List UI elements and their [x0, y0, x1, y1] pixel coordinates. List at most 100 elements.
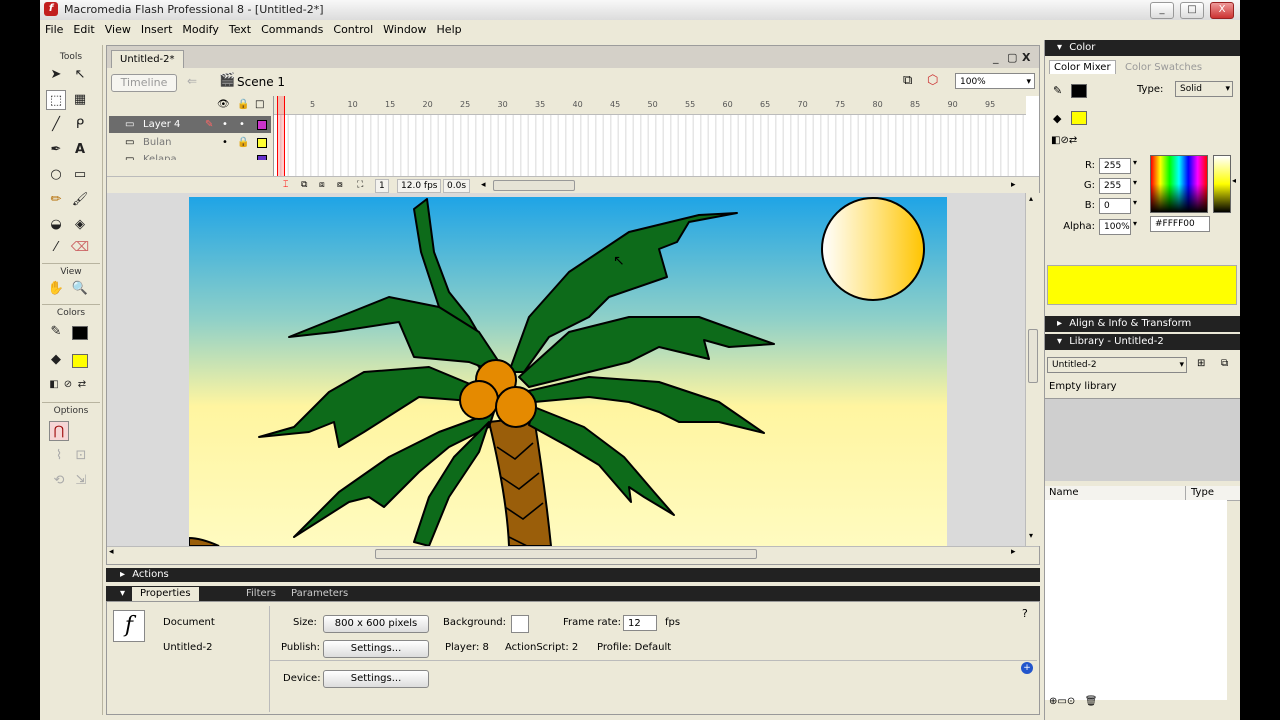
blue-input[interactable]: 0 [1099, 198, 1131, 214]
brightness-marker-icon[interactable]: ◂ [1232, 176, 1236, 185]
moon-shape[interactable] [821, 197, 925, 301]
fill-bucket-icon[interactable]: ◆ [1053, 112, 1061, 125]
size-button[interactable]: 800 x 600 pixels [323, 615, 429, 633]
stroke-color-icon[interactable]: ✎ [46, 322, 66, 342]
lasso-tool-icon[interactable]: ᑭ [70, 115, 90, 135]
swap-colors-icon[interactable]: ⇄ [72, 375, 92, 395]
maximize-button[interactable]: □ [1180, 2, 1204, 19]
frame-rate-input[interactable]: 12 [623, 615, 657, 631]
library-item-list[interactable] [1045, 500, 1227, 700]
eye-icon[interactable]: 👁 [217, 99, 230, 110]
help-icon[interactable]: ? [1022, 607, 1028, 620]
layer-visible-dot[interactable]: • [222, 134, 228, 151]
stage-pasteboard[interactable]: ↖ [107, 193, 1025, 546]
type-dropdown[interactable]: Solid ▾ [1175, 81, 1233, 97]
zoom-tool-icon[interactable]: 🔍 [70, 279, 90, 299]
expand-properties-icon[interactable]: + [1021, 662, 1033, 674]
layer-outline-swatch[interactable] [257, 155, 267, 160]
menu-text[interactable]: Text [224, 20, 256, 39]
edit-multiple-frames-icon[interactable]: ⧇ [337, 179, 343, 191]
vertical-scroll-thumb[interactable] [1028, 329, 1038, 383]
library-col-name[interactable]: Name [1049, 487, 1079, 498]
doc-close-icon[interactable]: X [1022, 51, 1030, 64]
ink-bottle-tool-icon[interactable]: ◒ [46, 215, 66, 235]
blue-dropdown-icon[interactable]: ▾ [1133, 198, 1137, 207]
frame-ruler[interactable]: 5 10 15 20 25 30 35 40 45 50 55 60 65 70 75 80 85 90 95 [274, 96, 1026, 115]
timeline-scroll-thumb[interactable] [493, 180, 575, 191]
onion-skin-icon[interactable]: ⧉ [301, 179, 307, 191]
horizontal-scroll-thumb[interactable] [375, 549, 757, 559]
scroll-left-icon[interactable]: ◂ [481, 179, 486, 191]
scroll-left-icon[interactable]: ◂ [109, 547, 114, 557]
tab-properties[interactable]: Properties [132, 587, 199, 601]
menu-control[interactable]: Control [328, 20, 378, 39]
layer-lock-dot[interactable]: • [239, 116, 245, 133]
brush-tool-icon[interactable]: 🖌 [70, 190, 90, 210]
menu-help[interactable]: Help [432, 20, 467, 39]
brightness-slider[interactable] [1213, 155, 1231, 213]
green-input[interactable]: 255 [1099, 178, 1131, 194]
pen-tool-icon[interactable]: ✒ [46, 140, 66, 160]
red-dropdown-icon[interactable]: ▾ [1133, 158, 1137, 167]
alpha-dropdown-icon[interactable]: ▾ [1133, 219, 1137, 228]
menu-window[interactable]: Window [378, 20, 431, 39]
layer-row-bulan[interactable]: ▭ Bulan • 🔒 [109, 134, 271, 151]
library-document-dropdown[interactable]: Untitled-2 ▾ [1047, 357, 1187, 373]
scroll-right-icon[interactable]: ▸ [1011, 547, 1016, 557]
color-spectrum-picker[interactable] [1150, 155, 1208, 213]
layer-outline-swatch[interactable] [257, 120, 267, 130]
tab-filters[interactable]: Filters [246, 588, 276, 599]
background-color-swatch[interactable] [511, 615, 529, 633]
library-panel-header[interactable]: ▾ Library - Untitled-2 [1045, 334, 1240, 350]
zoom-dropdown[interactable]: 100% ▾ [955, 73, 1035, 89]
timeline-toggle-button[interactable]: Timeline [111, 74, 177, 92]
color-panel-header[interactable]: ▾ Color [1045, 40, 1240, 56]
playhead[interactable] [277, 96, 285, 176]
text-tool-icon[interactable]: A [70, 140, 90, 160]
pin-library-icon[interactable]: ⧉ [1221, 358, 1228, 369]
edit-symbols-icon[interactable]: ⬡ [927, 73, 938, 88]
gradient-transform-tool-icon[interactable]: ▦ [70, 90, 90, 110]
menu-view[interactable]: View [100, 20, 136, 39]
doc-restore-icon[interactable]: ▢ [1007, 51, 1017, 64]
edit-scene-icon[interactable]: ⧉ [903, 73, 912, 88]
onion-outline-icon[interactable]: ⧈ [319, 179, 325, 191]
layer-row-kelapa[interactable]: ▭ Kelapa [109, 151, 271, 160]
document-tab[interactable]: Untitled-2* [111, 50, 184, 69]
rectangle-tool-icon[interactable]: ▭ [70, 165, 90, 185]
menu-insert[interactable]: Insert [136, 20, 178, 39]
tab-parameters[interactable]: Parameters [291, 588, 348, 599]
red-input[interactable]: 255 [1099, 158, 1131, 174]
pencil-tool-icon[interactable]: ✏ [46, 190, 66, 210]
snap-to-objects-icon[interactable]: ⋂ [49, 421, 69, 441]
mixer-stroke-swatch[interactable] [1071, 84, 1087, 98]
eraser-tool-icon[interactable]: ⌫ [70, 238, 90, 258]
layer-outline-swatch[interactable] [257, 138, 267, 148]
collapse-arrow-icon[interactable]: ▾ [120, 588, 125, 599]
scroll-right-icon[interactable]: ▸ [1011, 179, 1016, 191]
modify-onion-markers-icon[interactable]: ⛶ [357, 179, 363, 191]
menu-file[interactable]: File [40, 20, 68, 39]
stroke-pencil-icon[interactable]: ✎ [1053, 84, 1062, 97]
layer-lock-icon[interactable]: 🔒 [237, 134, 249, 151]
green-dropdown-icon[interactable]: ▾ [1133, 178, 1137, 187]
new-library-panel-icon[interactable]: ⊞ [1197, 358, 1205, 369]
eyedropper-tool-icon[interactable]: ⁄ [46, 238, 66, 258]
alpha-input[interactable]: 100% [1099, 219, 1131, 235]
hex-input[interactable]: #FFFF00 [1150, 216, 1210, 232]
oval-tool-icon[interactable]: ○ [46, 165, 66, 185]
minimize-button[interactable]: _ [1150, 2, 1174, 19]
selection-tool-icon[interactable]: ➤ [46, 65, 66, 85]
fill-color-swatch[interactable] [72, 354, 88, 368]
library-footer-icons[interactable]: ⊕▭⊙ 🗑 [1049, 696, 1097, 707]
lock-icon[interactable]: 🔒 [237, 99, 249, 110]
doc-minimize-icon[interactable]: _ [993, 51, 999, 64]
menu-commands[interactable]: Commands [256, 20, 328, 39]
menu-edit[interactable]: Edit [68, 20, 99, 39]
actions-panel-header[interactable]: ▸ Actions [106, 568, 1040, 582]
palm-trunk-shape[interactable] [487, 415, 553, 546]
device-settings-button[interactable]: Settings... [323, 670, 429, 688]
close-button[interactable]: X [1210, 2, 1234, 19]
line-tool-icon[interactable]: ╱ [46, 115, 66, 135]
second-trunk-shape[interactable] [189, 536, 220, 546]
